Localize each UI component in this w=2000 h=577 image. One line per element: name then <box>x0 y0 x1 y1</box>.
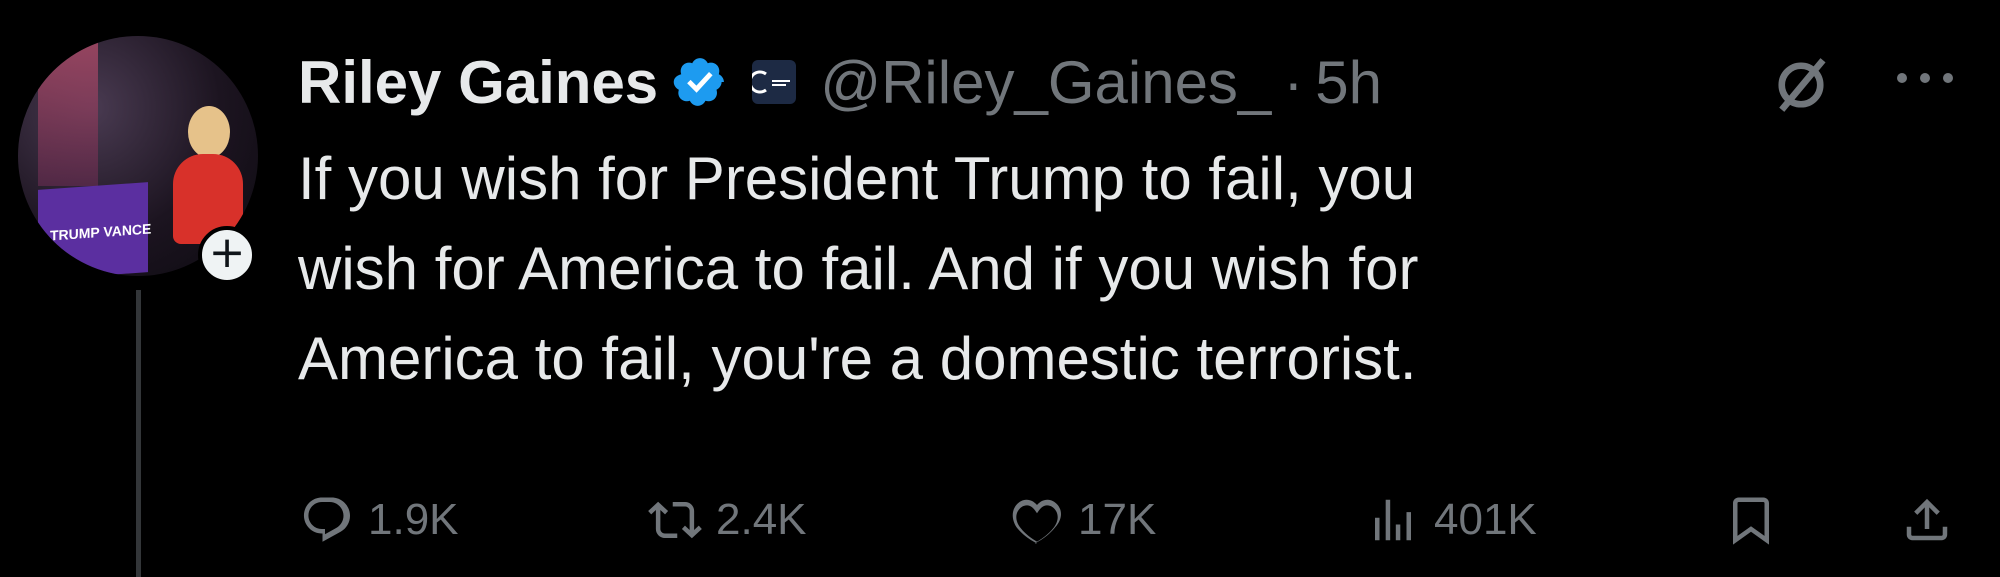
views-button[interactable]: 401K <box>1366 480 1537 560</box>
share-button[interactable] <box>1900 480 1954 560</box>
tweet-text: If you wish for President Trump to fail,… <box>298 134 1858 404</box>
tweet-text-line: If you wish for President Trump to fail,… <box>298 145 1416 212</box>
author-handle[interactable]: @Riley_Gaines_ <box>820 48 1271 117</box>
repost-icon <box>648 501 702 539</box>
grok-icon[interactable] <box>1768 52 1834 118</box>
like-button[interactable]: 17K <box>1010 480 1156 560</box>
views-count: 401K <box>1434 495 1537 544</box>
author-display-name[interactable]: Riley Gaines <box>298 48 658 117</box>
repost-count: 2.4K <box>716 495 807 544</box>
share-icon <box>1906 498 1948 541</box>
heart-icon <box>1012 499 1061 544</box>
affiliation-badge[interactable] <box>752 60 797 104</box>
avatar-background <box>38 36 98 186</box>
post-time[interactable]: 5h <box>1315 48 1382 117</box>
bookmark-button[interactable] <box>1724 480 1778 560</box>
verified-badge-icon[interactable] <box>672 54 728 110</box>
reply-icon <box>303 497 351 542</box>
more-icon[interactable] <box>1890 68 1960 88</box>
reply-button[interactable]: 1.9K <box>300 480 459 560</box>
repost-button[interactable]: 2.4K <box>648 480 807 560</box>
views-chart-icon <box>1375 499 1411 541</box>
reply-count: 1.9K <box>368 495 459 544</box>
like-count: 17K <box>1078 495 1157 544</box>
tweet[interactable]: TRUMP VANCE + Riley Gaines @Riley_Gaines… <box>0 0 2000 577</box>
avatar-person-head <box>188 106 230 158</box>
tweet-text-line: America to fail, you're a domestic terro… <box>298 325 1417 392</box>
action-bar: 1.9K 2.4K 17K 401K <box>0 480 2000 560</box>
follow-plus-icon[interactable]: + <box>198 226 256 284</box>
header-separator: · <box>1283 48 1304 116</box>
tweet-text-line: wish for America to fail. And if you wis… <box>298 235 1419 302</box>
affiliation-logo-icon <box>752 70 791 94</box>
bookmark-icon <box>1733 497 1769 545</box>
tweet-header: Riley Gaines @Riley_Gaines_ · 5h <box>298 42 1382 122</box>
